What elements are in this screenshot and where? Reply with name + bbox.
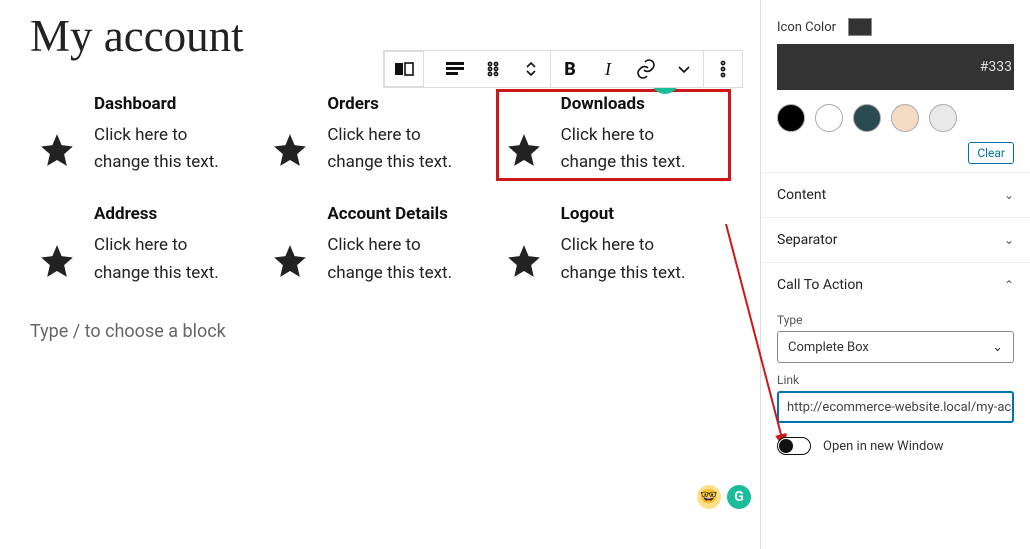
panel-separator-label: Separator xyxy=(777,232,837,248)
open-new-window-toggle[interactable] xyxy=(777,437,811,455)
color-swatch[interactable] xyxy=(929,104,957,132)
icon-color-label: Icon Color xyxy=(777,20,836,35)
panel-content[interactable]: Content ⌄ xyxy=(761,172,1030,217)
infobox-title[interactable]: Downloads xyxy=(561,94,711,114)
block-appender[interactable]: Type / to choose a block xyxy=(30,321,730,342)
chevron-up-icon: ⌃ xyxy=(1004,278,1014,292)
infobox[interactable]: Downloads Click here to change this text. xyxy=(497,90,730,180)
bold-button[interactable]: B xyxy=(551,51,589,87)
floating-badges: 🤓 G xyxy=(697,485,751,509)
star-icon xyxy=(271,131,309,169)
chevron-down-icon: ⌄ xyxy=(1004,233,1014,247)
color-swatch[interactable] xyxy=(815,104,843,132)
settings-sidebar: Icon Color #333 Clear Content ⌄ Separato… xyxy=(760,0,1030,549)
infobox-desc[interactable]: Click here to change this text. xyxy=(561,122,711,176)
infobox[interactable]: Dashboard Click here to change this text. xyxy=(30,90,263,180)
icon-color-swatch[interactable] xyxy=(848,18,872,36)
clear-button[interactable]: Clear xyxy=(968,142,1014,164)
block-toolbar: B I xyxy=(383,50,743,88)
infobox-desc[interactable]: Click here to change this text. xyxy=(327,232,477,286)
color-swatch[interactable] xyxy=(891,104,919,132)
infobox-title[interactable]: Address xyxy=(94,204,244,224)
star-icon xyxy=(38,242,76,280)
type-select[interactable]: Complete Box ⌄ xyxy=(777,331,1014,363)
star-icon xyxy=(38,131,76,169)
hex-color-input[interactable]: #333 xyxy=(777,44,1014,90)
drag-handle-icon[interactable] xyxy=(474,51,512,87)
open-new-window-label: Open in new Window xyxy=(823,439,944,454)
infobox[interactable]: Logout Click here to change this text. xyxy=(497,200,730,290)
chevron-down-icon[interactable] xyxy=(665,51,703,87)
emoji-badge-icon[interactable]: 🤓 xyxy=(697,485,721,509)
infobox[interactable]: Orders Click here to change this text. xyxy=(263,90,496,180)
infobox[interactable]: Address Click here to change this text. xyxy=(30,200,263,290)
italic-button[interactable]: I xyxy=(589,51,627,87)
panel-cta-label: Call To Action xyxy=(777,277,863,293)
grammarly-icon[interactable]: G xyxy=(727,485,751,509)
type-select-value: Complete Box xyxy=(788,340,869,355)
chevron-down-icon: ⌄ xyxy=(992,340,1003,355)
more-options-icon[interactable] xyxy=(704,51,742,87)
color-swatches xyxy=(777,104,1014,132)
infobox-grid: Dashboard Click here to change this text.… xyxy=(30,90,730,291)
panel-content-label: Content xyxy=(777,187,826,203)
star-icon xyxy=(505,242,543,280)
infobox[interactable]: Account Details Click here to change this… xyxy=(263,200,496,290)
link-label: Link xyxy=(761,373,1030,387)
type-label: Type xyxy=(761,313,1030,327)
chevron-down-icon: ⌄ xyxy=(1004,188,1014,202)
star-icon xyxy=(271,242,309,280)
panel-cta[interactable]: Call To Action ⌃ xyxy=(761,262,1030,307)
infobox-block-icon[interactable] xyxy=(436,51,474,87)
infobox-title[interactable]: Logout xyxy=(561,204,711,224)
panel-separator[interactable]: Separator ⌄ xyxy=(761,217,1030,262)
star-icon xyxy=(505,131,543,169)
infobox-desc[interactable]: Click here to change this text. xyxy=(561,232,711,286)
link-button[interactable] xyxy=(627,51,665,87)
infobox-desc[interactable]: Click here to change this text. xyxy=(327,122,477,176)
infobox-desc[interactable]: Click here to change this text. xyxy=(94,232,244,286)
color-swatch[interactable] xyxy=(853,104,881,132)
infobox-title[interactable]: Orders xyxy=(327,94,477,114)
link-input[interactable]: http://ecommerce-website.local/my-ac xyxy=(777,391,1014,423)
color-swatch[interactable] xyxy=(777,104,805,132)
move-updown-icon[interactable] xyxy=(512,51,550,87)
infobox-title[interactable]: Dashboard xyxy=(94,94,244,114)
infobox-title[interactable]: Account Details xyxy=(327,204,477,224)
infobox-desc[interactable]: Click here to change this text. xyxy=(94,122,244,176)
row-block-icon[interactable] xyxy=(385,51,423,87)
